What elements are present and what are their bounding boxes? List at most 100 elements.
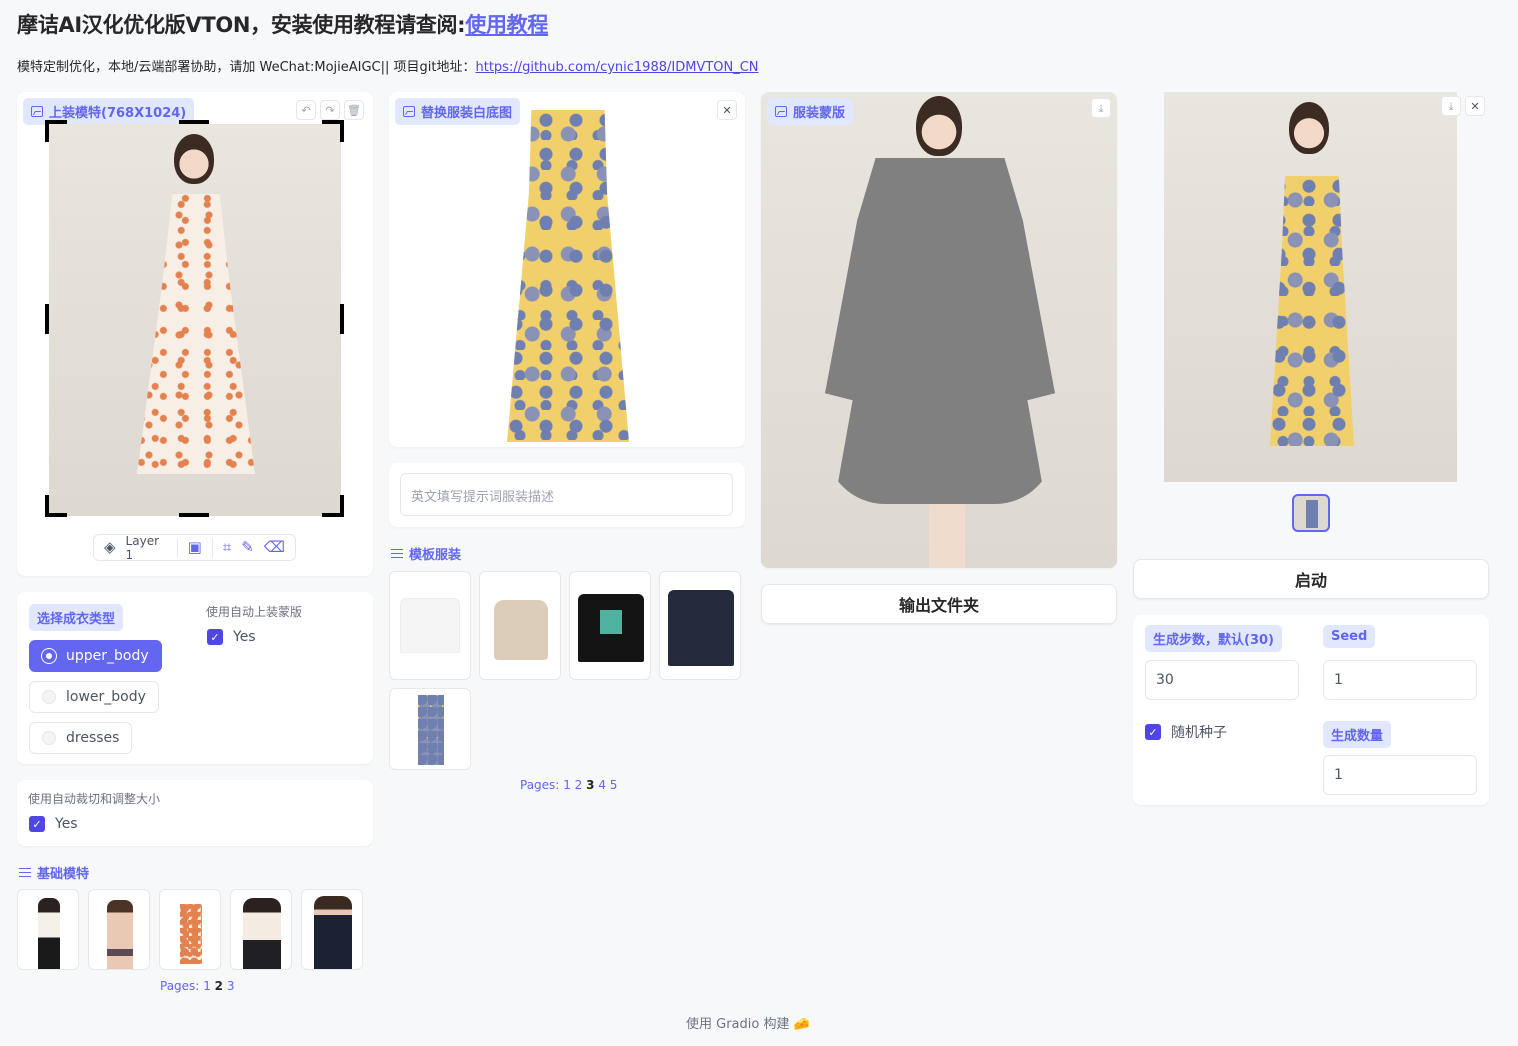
github-link[interactable]: https://github.com/cynic1988/IDMVTON_CN <box>476 60 759 75</box>
page-link-current[interactable]: 3 <box>586 778 594 792</box>
page-link[interactable]: 1 <box>563 778 571 792</box>
result-thumbnail[interactable] <box>1292 494 1330 532</box>
seed-input[interactable]: 1 <box>1323 660 1477 700</box>
base-models-pagination: Pages: 1 2 3 <box>160 979 235 993</box>
base-model-2-figure <box>107 900 133 969</box>
template-garments-header: 模板服装 <box>391 544 461 563</box>
count-input[interactable]: 1 <box>1323 755 1477 795</box>
base-model-4-figure <box>243 898 281 969</box>
page-link-current[interactable]: 2 <box>215 979 223 993</box>
crop-handle-tl[interactable] <box>45 120 67 142</box>
base-model-1-figure <box>38 898 60 969</box>
polo-navy-image <box>668 590 734 666</box>
close-icon[interactable]: ✕ <box>1465 96 1485 116</box>
result-image[interactable] <box>1164 92 1457 482</box>
output-folder-button[interactable]: 输出文件夹 <box>761 584 1117 624</box>
radio-dot <box>42 649 56 663</box>
template-garment-2[interactable] <box>479 571 561 680</box>
page-subtitle: 模特定制优化，本地/云端部署协助，请加 WeChat:MojieAIGC|| 项… <box>17 60 759 75</box>
auto-crop-checkbox[interactable]: ✓ Yes <box>29 816 78 832</box>
garment-image-label: 替换服装白底图 <box>395 98 521 125</box>
garment-prompt-input[interactable]: 英文填写提示词服装描述 <box>400 473 733 516</box>
result-dress <box>1270 176 1354 446</box>
crop-handle-bottom[interactable] <box>179 513 209 517</box>
crop-handle-left[interactable] <box>45 304 49 334</box>
template-garment-5[interactable] <box>389 688 471 770</box>
base-model-1[interactable] <box>17 889 79 970</box>
template-garment-4[interactable] <box>659 571 741 680</box>
page-link[interactable]: 1 <box>203 979 211 993</box>
base-model-5-figure <box>314 896 352 969</box>
download-icon[interactable]: ⤓ <box>1091 98 1111 118</box>
template-garment-3[interactable] <box>569 571 651 680</box>
crop-icon[interactable]: ⌗ <box>223 540 231 555</box>
yellow-dress-thumb-image <box>418 695 444 765</box>
base-model-3-figure <box>180 904 202 964</box>
model-head <box>174 134 214 184</box>
gray-mask-shape <box>825 158 1055 504</box>
result-thumbnail-dress <box>1306 500 1318 528</box>
list-icon <box>19 867 31 878</box>
eraser-icon[interactable]: ⌫ <box>264 540 285 555</box>
model-photo <box>49 124 341 516</box>
crop-handle-tr[interactable] <box>322 120 344 142</box>
close-icon[interactable]: ✕ <box>717 100 737 120</box>
garment-type-label: 选择成衣类型 <box>29 604 124 631</box>
auto-mask-label: 使用自动上装蒙版 <box>206 605 303 619</box>
mask-output-label: 服装蒙版 <box>767 98 854 125</box>
undo-icon[interactable]: ↶ <box>296 100 316 120</box>
garment-image-panel[interactable]: 替换服装白底图 ✕ <box>389 92 745 447</box>
base-model-4[interactable] <box>230 889 292 970</box>
auto-mask-checkbox[interactable]: ✓ Yes <box>207 629 256 645</box>
template-garment-1[interactable] <box>389 571 471 680</box>
template-pagination: Pages: 1 2 3 4 5 <box>520 778 618 792</box>
settings-panel: 生成步数，默认(30) 30 Seed 1 ✓ 随机种子 生成数量 1 <box>1133 615 1489 805</box>
model-image-editor[interactable]: 上装模特(768X1024) ↶ ↷ 🗑 <box>17 92 373 576</box>
page-link[interactable]: 5 <box>610 778 618 792</box>
mask-output-image: 服装蒙版 ⤓ <box>761 92 1117 568</box>
checkmark-icon: ✓ <box>29 816 45 832</box>
crop-handle-br[interactable] <box>322 495 344 517</box>
steps-input[interactable]: 30 <box>1145 660 1299 700</box>
tutorial-link[interactable]: 使用教程 <box>465 13 548 37</box>
random-seed-checkbox[interactable]: ✓ 随机种子 <box>1145 722 1227 742</box>
auto-crop-label: 使用自动裁切和调整大小 <box>28 792 161 806</box>
page-link[interactable]: 3 <box>227 979 235 993</box>
trash-icon[interactable]: 🗑 <box>344 100 364 120</box>
crop-handle-top[interactable] <box>179 120 209 124</box>
redo-icon[interactable]: ↷ <box>320 100 340 120</box>
garment-dress-image <box>507 110 629 442</box>
steps-label: 生成步数，默认(30) <box>1145 625 1282 652</box>
toolbar-divider <box>176 538 178 557</box>
radio-dot <box>42 690 56 704</box>
base-model-5[interactable] <box>301 889 363 970</box>
knit-top-image <box>494 600 548 660</box>
layer-select[interactable]: Layer 1 <box>126 534 167 562</box>
start-button[interactable]: 启动 <box>1133 559 1489 599</box>
image-upload-icon[interactable]: ▣ <box>188 540 202 555</box>
download-icon[interactable]: ⤓ <box>1441 96 1461 116</box>
image-icon <box>775 106 787 117</box>
layers-icon[interactable]: ◈ <box>104 540 116 555</box>
crop-handle-bl[interactable] <box>45 495 67 517</box>
tshirt-graphic-image <box>600 610 622 634</box>
count-label: 生成数量 <box>1323 721 1392 748</box>
footer-text[interactable]: 使用 Gradio 构建 🧀 <box>686 1013 810 1032</box>
brush-icon[interactable]: ✎ <box>241 540 254 555</box>
page-link[interactable]: 4 <box>598 778 606 792</box>
model-dress <box>137 194 255 474</box>
radio-lower-body[interactable]: lower_body <box>29 681 159 713</box>
base-model-3[interactable] <box>159 889 221 970</box>
checkmark-icon: ✓ <box>1145 724 1161 740</box>
image-icon <box>403 106 415 117</box>
page-title: 摩诘AI汉化优化版VTON，安装使用教程请查阅:使用教程 <box>17 13 549 37</box>
image-icon <box>31 106 43 117</box>
page-link[interactable]: 2 <box>575 778 583 792</box>
radio-dresses[interactable]: dresses <box>29 722 133 754</box>
list-icon <box>391 548 403 559</box>
checkmark-icon: ✓ <box>207 629 223 645</box>
crop-handle-right[interactable] <box>340 304 344 334</box>
radio-upper-body[interactable]: upper_body <box>29 640 162 672</box>
base-model-2[interactable] <box>88 889 150 970</box>
seed-label: Seed <box>1323 625 1376 648</box>
